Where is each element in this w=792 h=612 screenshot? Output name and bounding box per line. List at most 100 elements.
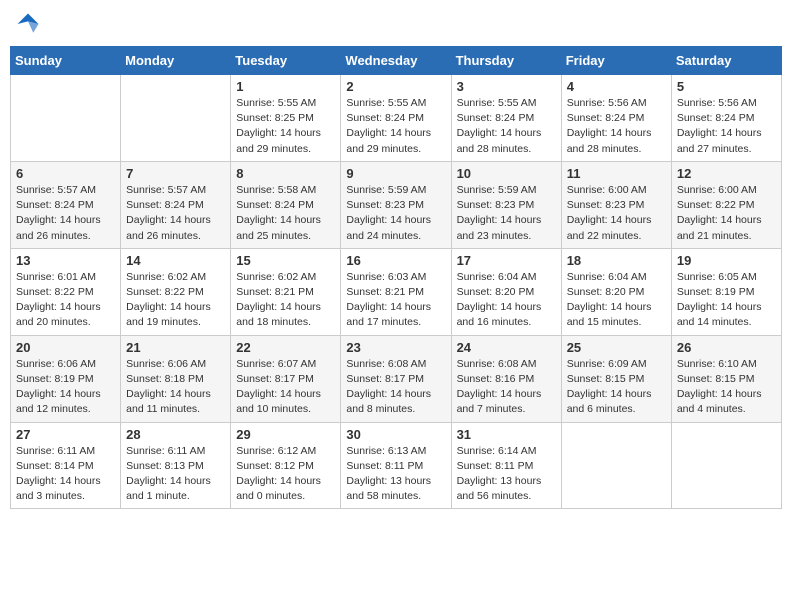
calendar-cell: 23 Sunrise: 6:08 AM Sunset: 8:17 PM Dayli… [341,335,451,422]
page-header [10,10,782,38]
day-header-wednesday: Wednesday [341,47,451,75]
day-number: 12 [677,166,776,181]
day-info: Sunrise: 6:08 AM Sunset: 8:17 PM Dayligh… [346,357,445,418]
day-header-friday: Friday [561,47,671,75]
day-number: 28 [126,427,225,442]
day-info: Sunrise: 6:04 AM Sunset: 8:20 PM Dayligh… [457,270,556,331]
calendar-cell: 15 Sunrise: 6:02 AM Sunset: 8:21 PM Dayli… [231,248,341,335]
week-row-3: 13 Sunrise: 6:01 AM Sunset: 8:22 PM Dayli… [11,248,782,335]
day-number: 29 [236,427,335,442]
calendar-cell: 22 Sunrise: 6:07 AM Sunset: 8:17 PM Dayli… [231,335,341,422]
day-info: Sunrise: 5:56 AM Sunset: 8:24 PM Dayligh… [567,96,666,157]
day-header-monday: Monday [121,47,231,75]
calendar-cell: 18Sunrise: 6:04 AM Sunset: 8:20 PM Dayli… [561,248,671,335]
calendar-cell: 10Sunrise: 5:59 AM Sunset: 8:23 PM Dayli… [451,161,561,248]
day-number: 19 [677,253,776,268]
calendar-cell: 30 Sunrise: 6:13 AM Sunset: 8:11 PM Dayli… [341,422,451,509]
calendar-cell [671,422,781,509]
day-info: Sunrise: 6:06 AM Sunset: 8:19 PM Dayligh… [16,357,115,418]
logo-icon [14,10,42,38]
calendar-cell [11,75,121,162]
day-number: 13 [16,253,115,268]
calendar-cell: 17 Sunrise: 6:04 AM Sunset: 8:20 PM Dayli… [451,248,561,335]
day-number: 26 [677,340,776,355]
calendar-cell: 24 Sunrise: 6:08 AM Sunset: 8:16 PM Dayli… [451,335,561,422]
day-number: 30 [346,427,445,442]
day-header-saturday: Saturday [671,47,781,75]
calendar-table: SundayMondayTuesdayWednesdayThursdayFrid… [10,46,782,509]
day-number: 27 [16,427,115,442]
day-info: Sunrise: 6:06 AM Sunset: 8:18 PM Dayligh… [126,357,225,418]
day-number: 15 [236,253,335,268]
day-number: 8 [236,166,335,181]
calendar-cell: 13 Sunrise: 6:01 AM Sunset: 8:22 PM Dayli… [11,248,121,335]
calendar-cell: 16Sunrise: 6:03 AM Sunset: 8:21 PM Dayli… [341,248,451,335]
week-row-1: 1Sunrise: 5:55 AM Sunset: 8:25 PM Daylig… [11,75,782,162]
day-info: Sunrise: 5:57 AM Sunset: 8:24 PM Dayligh… [126,183,225,244]
calendar-cell: 26 Sunrise: 6:10 AM Sunset: 8:15 PM Dayli… [671,335,781,422]
calendar-cell: 31Sunrise: 6:14 AM Sunset: 8:11 PM Dayli… [451,422,561,509]
day-header-thursday: Thursday [451,47,561,75]
calendar-cell: 11 Sunrise: 6:00 AM Sunset: 8:23 PM Dayli… [561,161,671,248]
day-info: Sunrise: 6:08 AM Sunset: 8:16 PM Dayligh… [457,357,556,418]
day-number: 16 [346,253,445,268]
day-info: Sunrise: 6:04 AM Sunset: 8:20 PM Dayligh… [567,270,666,331]
day-number: 5 [677,79,776,94]
day-number: 11 [567,166,666,181]
week-row-4: 20 Sunrise: 6:06 AM Sunset: 8:19 PM Dayli… [11,335,782,422]
calendar-cell: 2Sunrise: 5:55 AM Sunset: 8:24 PM Daylig… [341,75,451,162]
day-number: 7 [126,166,225,181]
calendar-cell: 1Sunrise: 5:55 AM Sunset: 8:25 PM Daylig… [231,75,341,162]
calendar-cell: 3 Sunrise: 5:55 AM Sunset: 8:24 PM Daylig… [451,75,561,162]
day-info: Sunrise: 5:55 AM Sunset: 8:25 PM Dayligh… [236,96,335,157]
day-info: Sunrise: 6:01 AM Sunset: 8:22 PM Dayligh… [16,270,115,331]
day-number: 10 [457,166,556,181]
calendar-cell [561,422,671,509]
day-info: Sunrise: 6:07 AM Sunset: 8:17 PM Dayligh… [236,357,335,418]
day-info: Sunrise: 5:55 AM Sunset: 8:24 PM Dayligh… [457,96,556,157]
day-number: 21 [126,340,225,355]
calendar-cell: 21 Sunrise: 6:06 AM Sunset: 8:18 PM Dayli… [121,335,231,422]
day-number: 24 [457,340,556,355]
day-number: 25 [567,340,666,355]
day-number: 23 [346,340,445,355]
header-row: SundayMondayTuesdayWednesdayThursdayFrid… [11,47,782,75]
day-number: 20 [16,340,115,355]
calendar-cell: 8 Sunrise: 5:58 AM Sunset: 8:24 PM Daylig… [231,161,341,248]
logo [14,10,46,38]
day-info: Sunrise: 5:55 AM Sunset: 8:24 PM Dayligh… [346,96,445,157]
calendar-cell: 4 Sunrise: 5:56 AM Sunset: 8:24 PM Daylig… [561,75,671,162]
calendar-cell: 5 Sunrise: 5:56 AM Sunset: 8:24 PM Daylig… [671,75,781,162]
day-info: Sunrise: 6:02 AM Sunset: 8:21 PM Dayligh… [236,270,335,331]
calendar-cell: 20 Sunrise: 6:06 AM Sunset: 8:19 PM Dayli… [11,335,121,422]
day-info: Sunrise: 6:02 AM Sunset: 8:22 PM Dayligh… [126,270,225,331]
day-info: Sunrise: 6:00 AM Sunset: 8:22 PM Dayligh… [677,183,776,244]
day-number: 4 [567,79,666,94]
week-row-5: 27Sunrise: 6:11 AM Sunset: 8:14 PM Dayli… [11,422,782,509]
day-info: Sunrise: 6:05 AM Sunset: 8:19 PM Dayligh… [677,270,776,331]
day-info: Sunrise: 5:59 AM Sunset: 8:23 PM Dayligh… [346,183,445,244]
calendar-cell: 14Sunrise: 6:02 AM Sunset: 8:22 PM Dayli… [121,248,231,335]
week-row-2: 6 Sunrise: 5:57 AM Sunset: 8:24 PM Daylig… [11,161,782,248]
calendar-cell: 7 Sunrise: 5:57 AM Sunset: 8:24 PM Daylig… [121,161,231,248]
day-info: Sunrise: 6:00 AM Sunset: 8:23 PM Dayligh… [567,183,666,244]
day-info: Sunrise: 6:12 AM Sunset: 8:12 PM Dayligh… [236,444,335,505]
day-number: 22 [236,340,335,355]
day-number: 3 [457,79,556,94]
day-info: Sunrise: 6:14 AM Sunset: 8:11 PM Dayligh… [457,444,556,505]
day-info: Sunrise: 6:09 AM Sunset: 8:15 PM Dayligh… [567,357,666,418]
day-number: 9 [346,166,445,181]
day-info: Sunrise: 6:13 AM Sunset: 8:11 PM Dayligh… [346,444,445,505]
day-info: Sunrise: 5:57 AM Sunset: 8:24 PM Dayligh… [16,183,115,244]
calendar-cell: 28Sunrise: 6:11 AM Sunset: 8:13 PM Dayli… [121,422,231,509]
calendar-cell: 27Sunrise: 6:11 AM Sunset: 8:14 PM Dayli… [11,422,121,509]
day-number: 6 [16,166,115,181]
day-number: 17 [457,253,556,268]
calendar-cell: 9 Sunrise: 5:59 AM Sunset: 8:23 PM Daylig… [341,161,451,248]
day-info: Sunrise: 5:58 AM Sunset: 8:24 PM Dayligh… [236,183,335,244]
day-info: Sunrise: 5:56 AM Sunset: 8:24 PM Dayligh… [677,96,776,157]
calendar-cell: 12 Sunrise: 6:00 AM Sunset: 8:22 PM Dayli… [671,161,781,248]
calendar-cell: 6 Sunrise: 5:57 AM Sunset: 8:24 PM Daylig… [11,161,121,248]
day-header-sunday: Sunday [11,47,121,75]
day-info: Sunrise: 6:10 AM Sunset: 8:15 PM Dayligh… [677,357,776,418]
